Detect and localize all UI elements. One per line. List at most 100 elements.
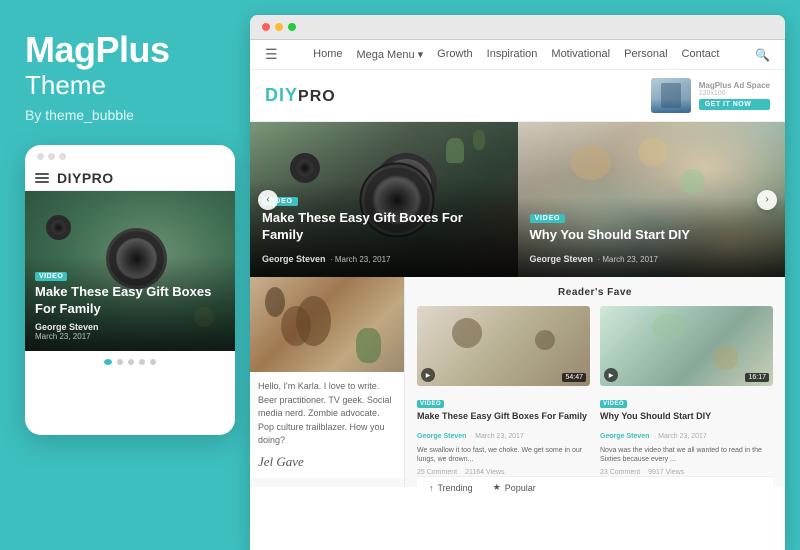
slide-2: VIDEO Why You Should Start DIY George St… [518,122,786,277]
mobile-dot-red [37,153,44,160]
mobile-hero-overlay: VIDEO Make These Easy Gift Boxes For Fam… [25,255,235,351]
blog-post-text: Hello, I'm Karla. I love to write. Beer … [258,380,396,448]
nav-links: Home Mega Menu ▾ Growth Inspiration Moti… [296,48,737,61]
slider-prev-button[interactable]: ‹ [258,190,278,210]
readers-fave-section: Reader's Fave ▶ 54:47 VIDEO Make These E… [405,277,785,487]
fave-views-2: 9917 Views [648,469,684,476]
slide-2-author: George Steven [530,254,594,264]
site-logo: DIYPRO [265,85,336,106]
fave-desc-2: Nova was the video that we all wanted to… [600,446,773,466]
ad-space: MagPlus Ad Space 120x100 GET IT NOW [651,78,770,113]
dot-5[interactable] [150,359,156,365]
slide-2-badge: VIDEO [530,214,566,223]
readers-fave-title: Reader's Fave [417,287,773,298]
fave-desc-1: We swallow it too fast, we choke. We get… [417,446,590,466]
site-header: DIYPRO MagPlus Ad Space 120x100 GET IT N… [250,70,785,122]
fave-comments-2: 23 Comment [600,469,640,476]
nav-motivational[interactable]: Motivational [551,48,610,61]
fave-author-2: George Steven [600,433,649,440]
mobile-logo: DIYPRO [57,170,114,186]
fave-title-2[interactable]: Why You Should Start DIY [600,411,773,423]
brand-by: By theme_bubble [25,107,134,123]
plant-decor-2 [473,130,485,150]
brand-name: MagPlus Theme [25,30,170,107]
mobile-mockup: DIYPRO VIDEO Make These Easy Gift Boxes … [25,145,235,435]
fave-badge-2: VIDEO [600,400,627,408]
hamburger-icon[interactable] [35,173,49,183]
trending-button[interactable]: ↑ Trending [429,483,473,493]
bottom-section: Hello, I'm Karla. I love to write. Beer … [250,277,785,487]
camera-lens-small [290,153,320,183]
ad-size: 120x100 [699,90,770,97]
slide-1-date-text: March 23, 2017 [335,255,391,264]
blog-post-image [250,277,404,372]
dot-1[interactable] [104,359,112,365]
nav-growth[interactable]: Growth [437,48,472,61]
mobile-pagination [25,351,235,373]
site-nav: ☰ Home Mega Menu ▾ Growth Inspiration Mo… [250,40,785,70]
popular-button[interactable]: ★ Popular [493,482,536,493]
browser-minimize-dot[interactable] [275,23,283,31]
fave-card-1-image: ▶ 54:47 [417,306,590,386]
fave-date-text-2: March 23, 2017 [658,433,707,440]
chevron-down-icon: ▾ [418,49,424,61]
fave-stats-1: 25 Comment 21164 Views [417,469,590,476]
left-panel: MagPlus Theme By theme_bubble DIYPRO [0,0,250,550]
ad-label: MagPlus Ad Space [699,81,770,90]
nav-hamburger-icon[interactable]: ☰ [265,46,278,63]
slide-2-overlay: VIDEO Why You Should Start DIY George St… [518,197,786,277]
browser-maximize-dot[interactable] [288,23,296,31]
fave-card-1: ▶ 54:47 VIDEO Make These Easy Gift Boxes… [417,306,590,476]
browser-chrome [250,15,785,40]
fave-card-2: ▶ 16:17 VIDEO Why You Should Start DIY G… [600,306,773,476]
blog-post-content: Hello, I'm Karla. I love to write. Beer … [250,372,404,478]
fave-views-1: 21164 Views [465,469,504,476]
nav-personal[interactable]: Personal [624,48,667,61]
dot-3[interactable] [128,359,134,365]
nav-mega-menu[interactable]: Mega Menu ▾ [356,48,423,61]
blog-post-column: Hello, I'm Karla. I love to write. Beer … [250,277,405,487]
fave-author-1: George Steven [417,433,466,440]
slide-1-title: Make These Easy Gift Boxes For Family [262,210,506,244]
nav-contact[interactable]: Contact [682,48,720,61]
mobile-date: March 23, 2017 [35,332,225,341]
slide-1-overlay: VIDEO Make These Easy Gift Boxes For Fam… [250,180,518,277]
fave-card-2-image: ▶ 16:17 [600,306,773,386]
browser-mockup: ☰ Home Mega Menu ▾ Growth Inspiration Mo… [250,15,785,550]
plant-decor [446,138,464,163]
nav-home[interactable]: Home [313,48,342,61]
blog-signature: Jel Gave [258,454,396,470]
mobile-author: George Steven [35,322,225,332]
play-icon-1[interactable]: ▶ [421,368,435,382]
fave-duration-2: 16:17 [745,373,769,382]
trending-icon: ↑ [429,483,434,493]
fave-date-text-1: March 23, 2017 [475,433,524,440]
ad-text: MagPlus Ad Space 120x100 GET IT NOW [699,81,770,110]
mobile-nav: DIYPRO [25,166,235,191]
slide-1: VIDEO Make These Easy Gift Boxes For Fam… [250,122,518,277]
fave-grid: ▶ 54:47 VIDEO Make These Easy Gift Boxes… [417,306,773,476]
dot-2[interactable] [117,359,123,365]
slide-1-author: George Steven [262,254,326,264]
mobile-video-badge: VIDEO [35,272,67,281]
fave-stats-2: 23 Comment 9917 Views [600,469,773,476]
mobile-dot-yellow [48,153,55,160]
ad-button[interactable]: GET IT NOW [699,99,770,110]
lens-small-decoration [46,215,71,240]
play-icon-2[interactable]: ▶ [604,368,618,382]
slider-next-button[interactable]: › [757,190,777,210]
search-icon[interactable]: 🔍 [755,48,770,62]
fave-title-1[interactable]: Make These Easy Gift Boxes For Family [417,411,590,423]
mobile-hero-title: Make These Easy Gift Boxes For Family [35,284,225,318]
slide-2-title: Why You Should Start DIY [530,227,774,244]
mobile-dot-green [59,153,66,160]
fave-comments-1: 25 Comment [417,469,457,476]
fave-duration-1: 54:47 [562,373,586,382]
mobile-top-bar [25,145,235,166]
mobile-hero: VIDEO Make These Easy Gift Boxes For Fam… [25,191,235,351]
dot-4[interactable] [139,359,145,365]
hero-slider: ‹ VIDEO Make These Easy Gift Boxes For F… [250,122,785,277]
browser-close-dot[interactable] [262,23,270,31]
fave-badge-1: VIDEO [417,400,444,408]
nav-inspiration[interactable]: Inspiration [487,48,538,61]
